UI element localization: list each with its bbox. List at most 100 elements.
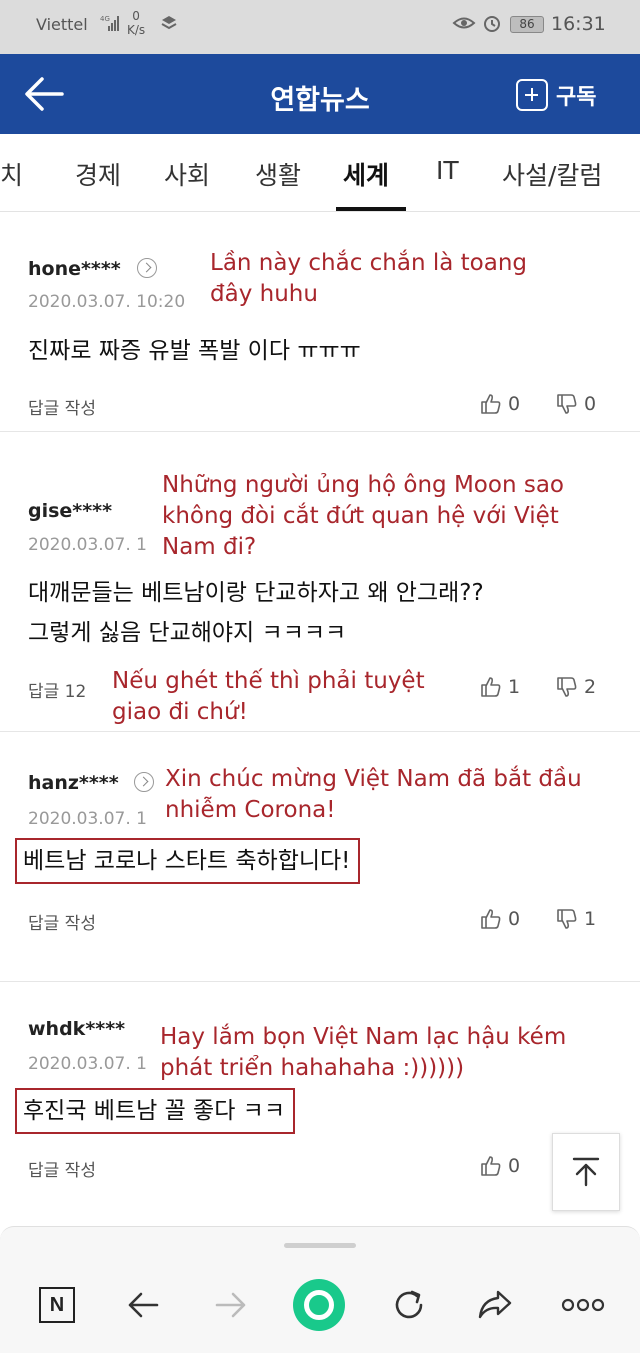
browser-back-button[interactable] [120,1282,166,1328]
like-button[interactable]: 0 [480,908,520,930]
reply-button[interactable]: 답글 작성 [28,394,96,419]
comment-date: 2020.03.07. 1 [28,535,147,555]
naver-home-button[interactable]: N [34,1282,80,1328]
dislike-count: 2 [584,676,597,698]
comment-text-line: 그렇게 싫음 단교해야지 ㅋㅋㅋㅋ [28,620,347,646]
annotation-line: không đòi cắt đứt quan hệ với Việt [162,503,559,529]
subscribe-label: 구독 [556,85,597,110]
clock: 16:31 [551,13,606,35]
scroll-to-top-button[interactable] [552,1133,620,1211]
share-button[interactable] [472,1282,518,1328]
more-dots-icon [561,1298,605,1312]
tab-politics[interactable]: 치 [0,156,23,192]
thumbs-up-icon [481,394,501,414]
comment-username[interactable]: whdk**** [28,1018,125,1040]
category-tabs: 치 경제 사회 생활 세계 IT 사설/칼럼 [0,134,640,212]
like-count: 0 [508,393,521,415]
network-speed-unit: K/s [127,23,146,37]
annotation-line: Nếu ghét thế thì phải tuyệt [112,668,425,694]
share-arrow-icon [478,1290,512,1319]
tab-editorial[interactable]: 사설/칼럼 [502,156,602,192]
thumbs-up-icon [481,909,501,929]
like-button[interactable]: 1 [480,676,520,698]
like-button[interactable]: 0 [480,393,520,415]
like-button[interactable]: 0 [480,1155,520,1177]
annotation-line: đây huhu [210,281,318,307]
back-arrow-icon[interactable] [22,74,66,114]
alarm-icon [484,16,500,32]
comment-username[interactable]: hanz**** [28,772,119,794]
comment-date: 2020.03.07. 1 [28,1054,147,1074]
network-speed-value: 0 [132,9,140,23]
annotation-line: nhiễm Corona! [165,797,336,823]
annotation-line: Hay lắm bọn Việt Nam lạc hậu kém [160,1024,567,1050]
active-tab-indicator [336,207,406,211]
refresh-icon [395,1290,423,1319]
browser-toolbar: N [0,1226,640,1353]
chevron-right-icon[interactable] [137,258,157,278]
subscribe-button[interactable]: 구독 [516,76,596,114]
tab-it[interactable]: IT [436,156,459,185]
annotation-overlay: Hay lắm bọn Việt Nam lạc hậu kém phát tr… [160,1022,566,1084]
naver-n-icon: N [39,1287,75,1323]
arrow-right-icon [215,1292,246,1318]
reply-button[interactable]: 답글 작성 [28,1156,96,1181]
dislike-button[interactable]: 0 [556,393,596,415]
arrow-left-icon [128,1292,159,1318]
like-count: 0 [508,908,521,930]
thumbs-up-icon [481,1156,501,1176]
tab-world[interactable]: 세계 [343,156,389,192]
drag-handle[interactable] [284,1243,356,1248]
arrow-up-icon [572,1157,600,1187]
signal-icon: 4G [100,15,119,31]
dislike-button[interactable]: 2 [556,676,596,698]
thumbs-down-icon [557,909,577,929]
comment-text-line: 대깨문들는 베트남이랑 단교하자고 왜 안그래?? [28,580,484,606]
thumbs-down-icon [557,394,577,414]
like-count: 1 [508,676,521,698]
plus-icon [516,79,548,111]
comment-text: 후진국 베트남 꼴 좋다 ㅋㅋ [15,1088,296,1134]
chevron-right-icon[interactable] [134,772,154,792]
layers-icon [161,16,177,30]
annotation-overlay: Lần này chắc chắn là toang đây huhu [210,248,527,310]
comment-item: whdk**** 2020.03.07. 1 후진국 베트남 꼴 좋다 ㅋㅋ 답… [0,982,640,1212]
tab-life[interactable]: 생활 [255,156,301,192]
annotation-overlay: Xin chúc mừng Việt Nam đã bắt đầu nhiễm … [165,764,582,826]
thumbs-down-icon [557,677,577,697]
browser-forward-button[interactable] [208,1282,254,1328]
eye-comfort-icon [452,17,476,29]
refresh-button[interactable] [386,1282,432,1328]
dislike-count: 0 [584,393,597,415]
tab-society[interactable]: 사회 [164,156,210,192]
thumbs-up-icon [481,677,501,697]
dislike-button[interactable]: 1 [556,908,596,930]
reply-button[interactable]: 답글 12 [28,677,86,702]
annotation-overlay: Nếu ghét thế thì phải tuyệt giao đi chứ! [112,666,425,728]
comment-date: 2020.03.07. 1 [28,809,147,829]
tab-economy[interactable]: 경제 [75,156,121,192]
network-speed: 0 K/s [127,9,145,37]
reply-button[interactable]: 답글 작성 [28,909,96,934]
like-count: 0 [508,1155,521,1177]
comment-username[interactable]: hone**** [28,258,121,280]
comment-date: 2020.03.07. 10:20 [28,292,186,312]
annotation-line: phát triển hahahaha :)))))) [160,1055,465,1081]
comment-text: 베트남 코로나 스타트 축하합니다! [15,838,361,884]
status-bar: Viettel 4G 0 K/s 86 16:31 [0,0,640,54]
app-header: 연합뉴스 구독 [0,54,640,134]
annotation-line: Xin chúc mừng Việt Nam đã bắt đầu [165,766,582,792]
green-dot-icon [293,1279,345,1331]
annotation-line: Nam đi? [162,534,257,560]
annotation-overlay: Những người ủng hộ ông Moon sao không đò… [162,470,564,563]
comment-text: 진짜로 짜증 유발 폭발 이다 ㅠㅠㅠ [28,338,361,364]
carrier-name: Viettel [36,15,88,34]
annotation-line: Những người ủng hộ ông Moon sao [162,472,564,498]
more-options-button[interactable] [560,1282,606,1328]
comment-username[interactable]: gise**** [28,500,112,522]
comment-item: gise**** 2020.03.07. 1 대깨문들는 베트남이랑 단교하자고… [0,432,640,732]
green-dot-button[interactable] [292,1278,346,1332]
dislike-count: 1 [584,908,597,930]
annotation-line: giao đi chứ! [112,699,248,725]
comment-item: hone**** 2020.03.07. 10:20 진짜로 짜증 유발 폭발 … [0,222,640,432]
